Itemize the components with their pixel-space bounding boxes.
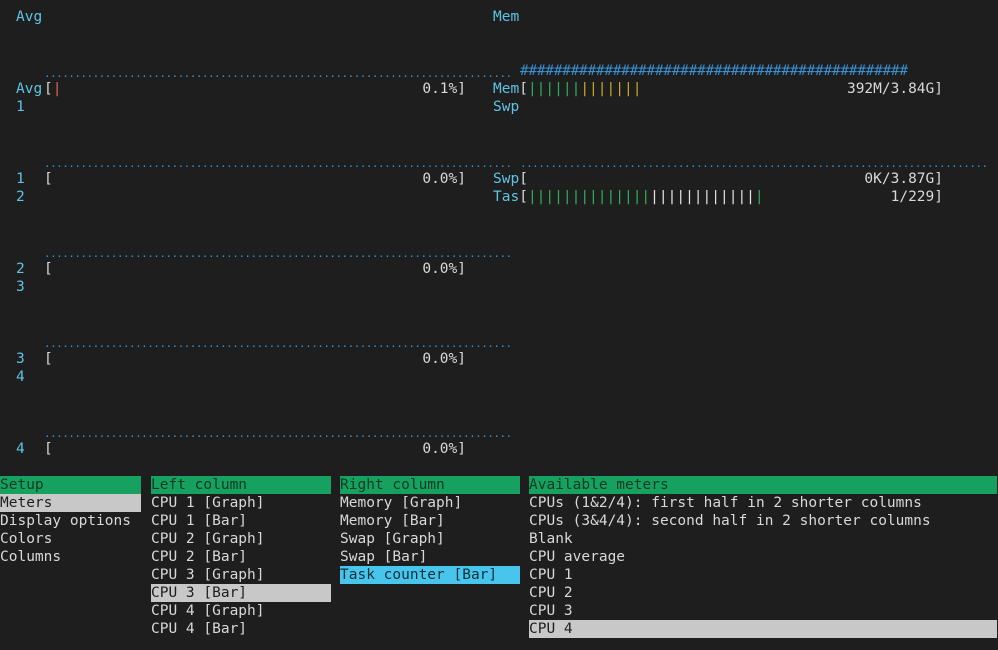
cpu-bar-value: 0.0%	[422, 261, 458, 277]
available-meter-item[interactable]: CPUs (3&4/4): second half in 2 shorter c…	[529, 512, 997, 530]
cpu-bar-value: 0.0%	[422, 441, 458, 457]
right-column-header: Right column	[340, 476, 520, 494]
available-meters-header: Available meters	[529, 476, 997, 494]
memory-bar-meter: Mem[|||||| ||||||| 392M/3.84G]	[493, 81, 943, 97]
setup-category-item[interactable]: Meters	[0, 494, 141, 512]
left-column-header: Left column	[151, 476, 331, 494]
cpu-bar-label: 1	[16, 171, 25, 187]
right-column-meter-item[interactable]: Memory [Graph]	[340, 494, 520, 512]
right-column-meter-item[interactable]: Swap [Graph]	[340, 530, 520, 548]
available-meter-item[interactable]: Blank	[529, 530, 997, 548]
cpu-bar-label: 3	[16, 351, 25, 367]
right-column-meter-item[interactable]: Swap [Bar]	[340, 548, 520, 566]
memory-graph: ########################################…	[520, 63, 908, 79]
memory-bar-value: 392M/3.84G]	[846, 81, 943, 97]
setup-category-item[interactable]: Columns	[0, 548, 141, 566]
task-counter-label: Tas	[493, 189, 520, 205]
memory-bar-label: Mem	[493, 81, 520, 97]
left-column-meter-item[interactable]: CPU 4 [Bar]	[151, 620, 331, 638]
cpu-bar-meter: 4[0.0%]	[16, 441, 466, 457]
cpu-graph-label: 1	[16, 99, 25, 115]
available-meter-item[interactable]: CPU 3	[529, 602, 997, 620]
left-column-meter-item[interactable]: CPU 1 [Bar]	[151, 512, 331, 530]
setup-category-item[interactable]: Colors	[0, 530, 141, 548]
right-column-meter-item[interactable]: Task counter [Bar]	[340, 566, 520, 584]
cpu-bar-meter: Avg[| 0.1%]	[16, 81, 466, 97]
available-meter-item[interactable]: CPU average	[529, 548, 997, 566]
mem-graph-header: Mem	[493, 9, 520, 25]
cpu-graph-label: 3	[16, 279, 25, 295]
available-meter-item[interactable]: CPU 4	[529, 620, 997, 638]
setup-header: Setup	[0, 476, 141, 494]
avg-graph-header: Avg	[16, 9, 43, 25]
cpu-bar-label: 2	[16, 261, 25, 277]
left-column-meter-item[interactable]: CPU 3 [Graph]	[151, 566, 331, 584]
task-counter-value: 1/229]	[890, 189, 943, 205]
left-column-meter-item[interactable]: CPU 4 [Graph]	[151, 602, 331, 620]
cpu-bar-label: Avg	[16, 81, 43, 97]
cpu-bar-value: 0.1%	[422, 81, 458, 97]
available-meter-item[interactable]: CPUs (1&2/4): first half in 2 shorter co…	[529, 494, 997, 512]
left-column-meter-item[interactable]: CPU 1 [Graph]	[151, 494, 331, 512]
cpu-bar-value: 0.0%	[422, 351, 458, 367]
swap-graph-label: Swp	[493, 99, 520, 115]
left-column-meter-item[interactable]: CPU 2 [Bar]	[151, 548, 331, 566]
swap-bar-value: 0K/3.87G]	[864, 171, 943, 187]
cpu-bar-label: 4	[16, 441, 25, 457]
left-column-meter-item[interactable]: CPU 3 [Bar]	[151, 584, 331, 602]
cpu-graph-label: 4	[16, 369, 25, 385]
swap-bar-label: Swp	[493, 171, 520, 187]
cpu-bar-value: 0.0%	[422, 171, 458, 187]
cpu-bar-meter: 3[0.0%]	[16, 351, 466, 367]
right-column-meter-item[interactable]: Memory [Bar]	[340, 512, 520, 530]
cpu-bar-meter: 1[0.0%]	[16, 171, 466, 187]
left-column-meter-item[interactable]: CPU 2 [Graph]	[151, 530, 331, 548]
cpu-graph-label: 2	[16, 189, 25, 205]
swap-bar-meter: Swp[0K/3.87G]	[493, 171, 943, 187]
cpu-bar-meter: 2[0.0%]	[16, 261, 466, 277]
setup-category-item[interactable]: Display options	[0, 512, 141, 530]
available-meter-item[interactable]: CPU 1	[529, 566, 997, 584]
available-meter-item[interactable]: CPU 2	[529, 584, 997, 602]
task-counter-meter: Tas[|||||||||||||| |||||||||||| | 1/229]	[493, 189, 943, 205]
